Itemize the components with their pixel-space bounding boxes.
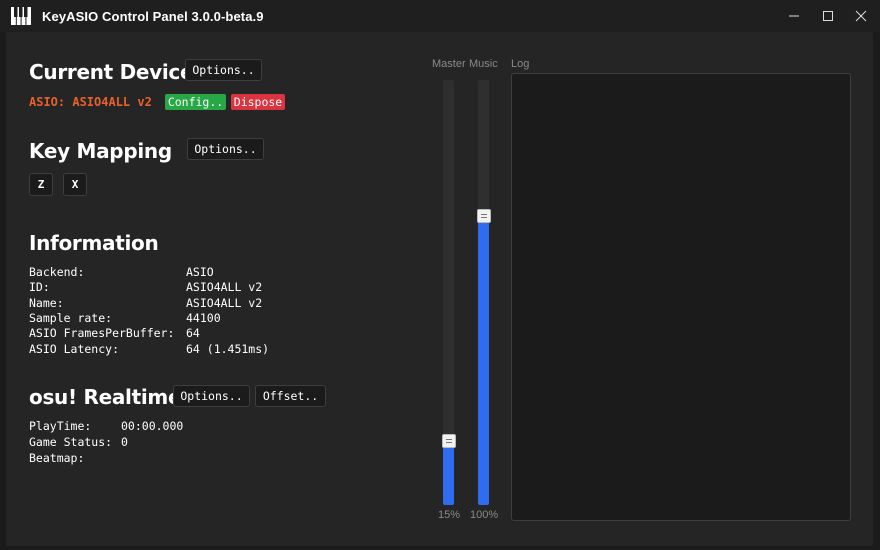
config-button[interactable]: Config..	[165, 94, 226, 110]
info-label: Sample rate:	[29, 311, 113, 325]
master-volume-fill	[443, 441, 454, 505]
log-textarea[interactable]	[511, 73, 851, 521]
info-value: 64 (1.451ms)	[186, 342, 270, 356]
device-name: ASIO: ASIO4ALL v2	[29, 95, 152, 109]
title-bar: KeyASIO Control Panel 3.0.0-beta.9	[0, 0, 880, 32]
close-button[interactable]	[845, 0, 877, 32]
osu-options-button[interactable]: Options..	[173, 385, 250, 407]
info-label: ASIO Latency:	[29, 342, 120, 356]
key-mapping-heading: Key Mapping	[29, 139, 172, 163]
info-value: ASIO4ALL v2	[186, 280, 263, 294]
info-label: ID:	[29, 280, 50, 294]
maximize-button[interactable]	[812, 0, 844, 32]
info-value: ASIO4ALL v2	[186, 296, 263, 310]
master-volume-handle[interactable]	[441, 434, 456, 448]
info-label: Backend:	[29, 265, 85, 279]
key-z-button[interactable]: Z	[29, 173, 53, 196]
realtime-label: Game Status:	[29, 435, 113, 449]
osu-realtime-heading: osu! Realtime	[29, 385, 182, 409]
realtime-label: PlayTime:	[29, 419, 92, 433]
close-icon	[855, 10, 867, 22]
log-label: Log	[511, 58, 530, 70]
realtime-value: 00:00.000	[121, 419, 184, 433]
realtime-value: 0	[121, 435, 128, 449]
maximize-icon	[823, 11, 833, 21]
key-x-button[interactable]: X	[63, 173, 87, 196]
offset-button[interactable]: Offset..	[255, 385, 326, 407]
music-volume-handle[interactable]	[476, 209, 491, 223]
music-volume-fill	[478, 216, 489, 505]
dispose-button[interactable]: Dispose	[231, 94, 285, 110]
minimize-icon	[789, 15, 799, 17]
master-volume-slider[interactable]	[441, 80, 456, 505]
music-volume-slider[interactable]	[476, 80, 491, 505]
master-value: 15%	[438, 509, 461, 521]
information-heading: Information	[29, 231, 159, 255]
info-value: 64	[186, 326, 200, 340]
info-value: ASIO	[186, 265, 214, 279]
piano-icon	[11, 7, 31, 25]
info-value: 44100	[186, 311, 221, 325]
master-label: Master	[432, 58, 466, 70]
key-mapping-options-button[interactable]: Options..	[187, 138, 264, 160]
info-label: Name:	[29, 296, 64, 310]
info-label: ASIO FramesPerBuffer:	[29, 326, 175, 340]
current-device-heading: Current Device	[29, 60, 194, 84]
device-options-button[interactable]: Options..	[185, 59, 262, 81]
music-value: 100%	[470, 509, 499, 521]
realtime-label: Beatmap:	[29, 451, 85, 465]
window-title: KeyASIO Control Panel 3.0.0-beta.9	[42, 9, 264, 24]
music-label: Music	[469, 58, 498, 70]
minimize-button[interactable]	[778, 0, 810, 32]
